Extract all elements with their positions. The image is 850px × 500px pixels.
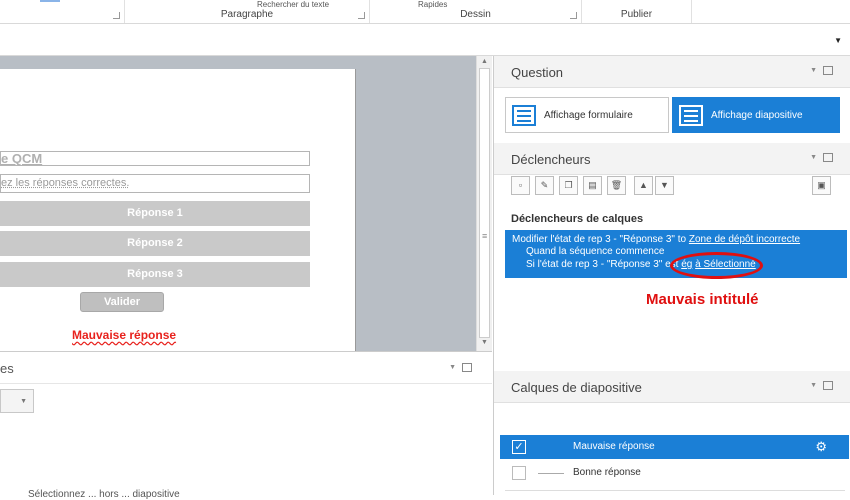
layer-name: Mauvaise réponse	[573, 441, 655, 452]
paste-trigger-icon[interactable]: ▤	[583, 176, 602, 195]
delete-trigger-icon[interactable]: 🗑	[607, 176, 626, 195]
form-view-icon	[512, 105, 536, 126]
triggers-section-title: Déclencheurs	[511, 152, 591, 167]
move-down-icon[interactable]: ▼	[655, 176, 674, 195]
ribbon-group-label-publish: Publier	[620, 9, 653, 20]
slide-canvas: e QCM ez les réponses correctes. Réponse…	[0, 56, 476, 351]
vertical-scrollbar[interactable]: ▲ ≡ ▼	[476, 56, 492, 351]
form-view-label: Affichage formulaire	[544, 110, 633, 121]
annotation-label: Mauvais intitulé	[646, 291, 759, 308]
question-section-header: Question ▼	[494, 56, 850, 88]
chevron-down-icon[interactable]: ▼	[810, 67, 817, 74]
chevron-down-icon[interactable]: ▼	[810, 154, 817, 161]
font-launcher-icon[interactable]	[113, 12, 120, 19]
layer-visibility-checkbox[interactable]	[512, 466, 526, 480]
submit-button[interactable]: Valider	[80, 292, 164, 312]
pin-icon[interactable]	[823, 153, 833, 162]
instruction-box[interactable]: ez les réponses correctes.	[0, 174, 310, 193]
layer-dash	[538, 473, 564, 474]
slide[interactable]: e QCM ez les réponses correctes. Réponse…	[0, 69, 356, 351]
new-trigger-icon[interactable]: ▫	[511, 176, 530, 195]
ribbon-group-label-drawing: Dessin	[460, 9, 491, 20]
slide-view-icon	[679, 105, 703, 126]
pin-icon[interactable]	[823, 381, 833, 390]
form-view-button[interactable]: Affichage formulaire	[505, 97, 669, 133]
scroll-thumb[interactable]	[479, 68, 490, 338]
layer-triggers-title: Déclencheurs de calques	[511, 213, 644, 225]
wrong-answer-label[interactable]: Mauvaise réponse	[72, 328, 176, 342]
triggers-section-header: Déclencheurs ▼	[494, 143, 850, 175]
layer-name: Bonne réponse	[573, 467, 641, 478]
search-text-cut[interactable]: Rechercher du texte	[257, 0, 329, 9]
gear-icon[interactable]: ⚙	[815, 439, 827, 455]
trigger-when-line: Quand la séquence commence	[526, 246, 665, 257]
bottom-pane-header: es ▼	[0, 352, 492, 384]
right-panel: Question ▼ Affichage formulaire Affichag…	[493, 56, 850, 495]
pin-icon[interactable]	[823, 66, 833, 75]
edit-trigger-icon[interactable]: ✎	[535, 176, 554, 195]
answer-button[interactable]: Réponse 2	[0, 231, 310, 256]
layers-section-title: Calques de diapositive	[511, 380, 642, 395]
drawing-launcher-icon[interactable]	[570, 12, 577, 19]
answer-button[interactable]: Réponse 3	[0, 262, 310, 287]
layers-section-header: Calques de diapositive ▼	[494, 371, 850, 403]
layer-row-correct[interactable]: Bonne réponse	[500, 461, 849, 485]
pin-icon[interactable]	[462, 363, 472, 372]
trigger-condition-text: Si l'état de rep 3 - "Réponse 3" est	[526, 259, 682, 270]
answer-button[interactable]: Réponse 1	[0, 201, 310, 226]
ribbon-group-paragraph: Rechercher du texte Paragraphe	[125, 0, 370, 23]
annotation-ellipse	[670, 252, 763, 279]
layer-visibility-checkbox[interactable]: ✓	[512, 440, 526, 454]
divider	[505, 490, 845, 491]
state-link[interactable]: Zone de dépôt incorrecte	[689, 234, 800, 245]
grip-icon: ≡	[482, 231, 488, 241]
ribbon-group-label-paragraph: Paragraphe	[220, 9, 274, 20]
ribbon-dropdown-icon[interactable]: ▼	[834, 36, 842, 45]
ribbon-group-font	[0, 0, 125, 23]
question-title-box[interactable]: e QCM	[0, 151, 310, 166]
quick-styles-cut[interactable]: Rapides	[418, 0, 447, 9]
bottom-pane-title: es	[0, 361, 14, 376]
dropdown-select[interactable]: ▼	[0, 389, 34, 413]
trigger-action-line: Modifier l'état de rep 3 - "Réponse 3" t…	[512, 234, 800, 245]
slide-trigger-icon[interactable]: ▣	[812, 176, 831, 195]
paragraph-launcher-icon[interactable]	[358, 12, 365, 19]
bottom-pane: es ▼ ▼ Sélectionnez ... hors ... diaposi…	[0, 351, 492, 500]
ribbon-group-publish: Publier	[582, 0, 692, 23]
ribbon: Rechercher du texte Paragraphe Rapides D…	[0, 0, 850, 24]
slide-view-button[interactable]: Affichage diapositive	[672, 97, 840, 133]
copy-trigger-icon[interactable]: ❐	[559, 176, 578, 195]
question-section-title: Question	[511, 65, 564, 80]
chevron-down-icon[interactable]: ▼	[810, 382, 817, 389]
chevron-down-icon[interactable]: ▼	[449, 364, 456, 371]
ribbon-group-drawing: Rapides Dessin	[370, 0, 582, 23]
trigger-action-text: Modifier l'état de rep 3 - "Réponse 3" t…	[512, 234, 689, 245]
toolbar-strip: ▼	[0, 24, 850, 56]
scroll-down-icon[interactable]: ▼	[481, 339, 488, 346]
layer-row-wrong[interactable]: ✓ Mauvaise réponse ⚙	[500, 435, 849, 459]
scroll-up-icon[interactable]: ▲	[481, 58, 488, 65]
slide-view-label: Affichage diapositive	[711, 110, 803, 121]
chevron-down-icon: ▼	[20, 398, 27, 405]
move-up-icon[interactable]: ▲	[634, 176, 653, 195]
